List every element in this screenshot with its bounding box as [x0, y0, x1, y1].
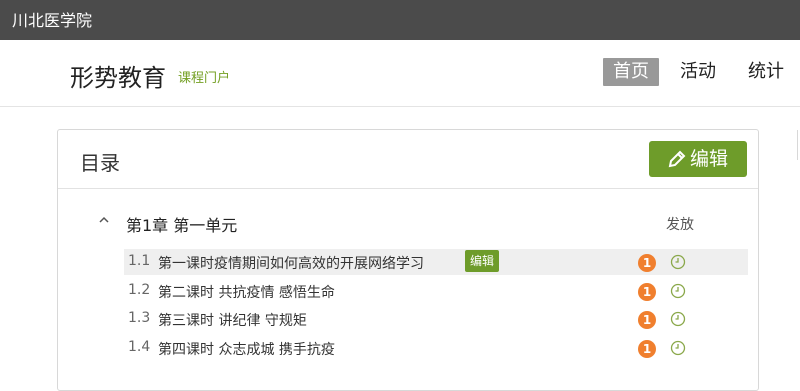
- edit-catalog-label: 编辑: [689, 148, 728, 170]
- lesson-row[interactable]: 1.3 第三课时 讲纪律 守规矩 1: [124, 306, 748, 332]
- task-count-badge: 1: [638, 311, 656, 329]
- lesson-number: 1.2: [128, 282, 151, 298]
- clock-icon[interactable]: [670, 311, 686, 327]
- lesson-title[interactable]: 第一课时疫情期间如何高效的开展网络学习: [158, 253, 424, 273]
- course-header: 形势教育 课程门户 首页 活动 统计: [0, 40, 800, 107]
- school-name: 川北医学院: [12, 11, 93, 30]
- catalog-title: 目录: [80, 151, 120, 175]
- lesson-edit-button[interactable]: 编辑: [465, 250, 500, 272]
- chapter-title[interactable]: 第1章 第一单元: [126, 212, 237, 236]
- top-bar: 川北医学院: [0, 0, 800, 40]
- task-count-badge: 1: [638, 340, 656, 358]
- clock-icon[interactable]: [670, 340, 686, 356]
- edit-catalog-button[interactable]: 编辑: [649, 141, 747, 177]
- pencil-icon: [668, 150, 686, 168]
- lesson-title[interactable]: 第四课时 众志成城 携手抗疫: [158, 339, 335, 359]
- clock-icon[interactable]: [670, 254, 686, 270]
- course-portal-link[interactable]: 课程门户: [178, 67, 230, 86]
- lesson-row[interactable]: 1.4 第四课时 众志成城 携手抗疫 1: [124, 335, 748, 361]
- catalog-card: 目录 编辑 第1章 第一单元 发放 1.1 第一课时疫情期间如何高效的开展网络学…: [57, 129, 759, 391]
- lesson-number: 1.3: [128, 310, 151, 326]
- task-count-badge: 1: [638, 283, 656, 301]
- nav-stats[interactable]: 统计: [748, 58, 784, 86]
- lesson-number: 1.4: [128, 339, 151, 355]
- clock-icon[interactable]: [670, 283, 686, 299]
- lesson-title[interactable]: 第二课时 共抗疫情 感悟生命: [158, 282, 335, 302]
- course-title: 形势教育: [70, 64, 166, 92]
- lesson-title[interactable]: 第三课时 讲纪律 守规矩: [158, 310, 307, 330]
- catalog-header: 目录 编辑: [58, 130, 758, 189]
- lesson-row[interactable]: 1.2 第二课时 共抗疫情 感悟生命 1: [124, 278, 748, 304]
- collapse-chevron-icon[interactable]: [98, 214, 110, 226]
- nav-activity[interactable]: 活动: [680, 58, 716, 86]
- lesson-number: 1.1: [128, 253, 151, 269]
- publish-column-label: 发放: [666, 217, 694, 233]
- lesson-row[interactable]: 1.1 第一课时疫情期间如何高效的开展网络学习 编辑 1: [124, 249, 748, 275]
- nav-home[interactable]: 首页: [603, 58, 659, 86]
- task-count-badge: 1: [638, 254, 656, 272]
